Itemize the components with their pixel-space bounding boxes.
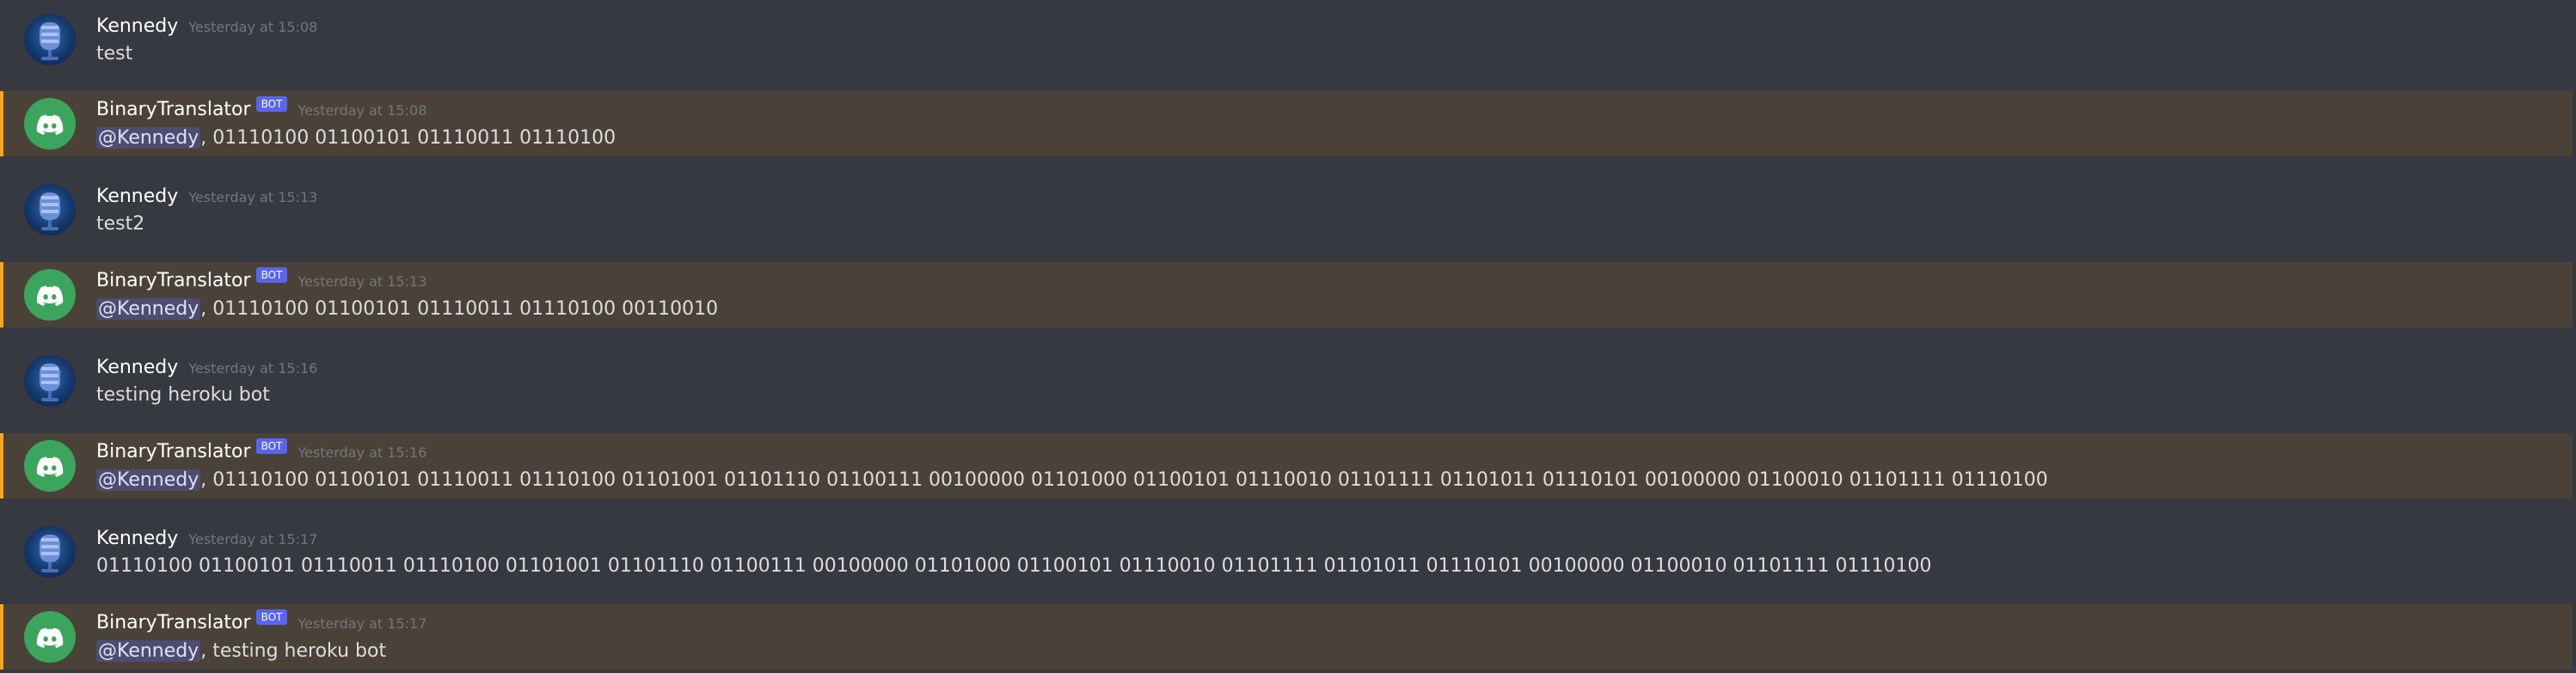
message-content: @Kennedy , 01110100 01100101 01110011 01… bbox=[96, 124, 616, 151]
user-avatar-icon bbox=[40, 364, 60, 401]
user-avatar-icon bbox=[40, 535, 60, 572]
discord-logo-icon bbox=[36, 285, 64, 306]
username[interactable]: BinaryTranslator bbox=[96, 99, 251, 120]
message-content: test2 bbox=[96, 210, 144, 237]
username[interactable]: BinaryTranslator bbox=[96, 612, 251, 633]
timestamp[interactable]: Yesterday at 15:17 bbox=[297, 615, 426, 632]
timestamp[interactable]: Yesterday at 15:13 bbox=[297, 273, 426, 290]
message-item: BinaryTranslator BOT Yesterday at 15:17 … bbox=[0, 604, 2573, 670]
user-avatar-icon bbox=[40, 193, 60, 230]
user-mention[interactable]: @Kennedy bbox=[96, 468, 201, 491]
username[interactable]: BinaryTranslator bbox=[96, 441, 251, 462]
message-item: BinaryTranslator BOT Yesterday at 15:13 … bbox=[0, 262, 2573, 327]
avatar[interactable] bbox=[24, 14, 76, 65]
discord-logo-icon bbox=[36, 114, 64, 135]
message-item: Kennedy Yesterday at 15:13 test2 bbox=[0, 170, 2576, 253]
message-text: test2 bbox=[96, 212, 145, 235]
message-header: BinaryTranslator BOT Yesterday at 15:17 bbox=[96, 609, 426, 635]
message-header: Kennedy Yesterday at 15:16 bbox=[96, 354, 317, 380]
avatar[interactable] bbox=[24, 184, 76, 236]
bot-tag: BOT bbox=[255, 96, 288, 112]
timestamp[interactable]: Yesterday at 15:16 bbox=[188, 360, 317, 376]
message-content: @Kennedy , 01110100 01100101 01110011 01… bbox=[96, 466, 2048, 493]
user-mention[interactable]: @Kennedy bbox=[96, 126, 201, 149]
avatar[interactable] bbox=[24, 440, 76, 492]
avatar[interactable] bbox=[24, 526, 76, 578]
timestamp[interactable]: Yesterday at 15:08 bbox=[297, 102, 426, 119]
message-content: test bbox=[96, 40, 132, 67]
timestamp[interactable]: Yesterday at 15:13 bbox=[188, 189, 317, 205]
message-header: Kennedy Yesterday at 15:08 bbox=[96, 13, 317, 39]
timestamp[interactable]: Yesterday at 15:16 bbox=[297, 444, 426, 461]
message-text: , 01110100 01100101 01110011 01110100 bbox=[200, 126, 616, 149]
message-content: @Kennedy , 01110100 01100101 01110011 01… bbox=[96, 295, 718, 322]
username[interactable]: Kennedy bbox=[96, 528, 178, 549]
avatar[interactable] bbox=[24, 355, 76, 407]
avatar[interactable] bbox=[24, 269, 76, 321]
username[interactable]: Kennedy bbox=[96, 186, 178, 207]
message-text: test bbox=[96, 42, 133, 64]
message-header: BinaryTranslator BOT Yesterday at 15:08 bbox=[96, 96, 426, 122]
bot-tag: BOT bbox=[255, 609, 288, 625]
message-text: testing heroku bot bbox=[96, 383, 270, 406]
message-text: , testing heroku bot bbox=[200, 639, 387, 662]
username[interactable]: Kennedy bbox=[96, 15, 178, 37]
discord-logo-icon bbox=[36, 627, 64, 648]
chat-message-list: Kennedy Yesterday at 15:08 test BinaryTr… bbox=[0, 0, 2576, 673]
avatar[interactable] bbox=[24, 611, 76, 663]
message-header: Kennedy Yesterday at 15:17 bbox=[96, 525, 317, 551]
message-text: 01110100 01100101 01110011 01110100 0110… bbox=[96, 554, 1932, 577]
message-header: BinaryTranslator BOT Yesterday at 15:13 bbox=[96, 267, 426, 293]
message-item: Kennedy Yesterday at 15:08 test bbox=[0, 0, 2576, 83]
bot-tag: BOT bbox=[255, 438, 288, 454]
timestamp[interactable]: Yesterday at 15:17 bbox=[188, 531, 317, 548]
message-content: 01110100 01100101 01110011 01110100 0110… bbox=[96, 552, 1931, 579]
user-mention[interactable]: @Kennedy bbox=[96, 639, 201, 662]
message-header: BinaryTranslator BOT Yesterday at 15:16 bbox=[96, 438, 426, 464]
message-item: Kennedy Yesterday at 15:16 testing herok… bbox=[0, 341, 2576, 424]
message-content: testing heroku bot bbox=[96, 381, 270, 408]
message-text: , 01110100 01100101 01110011 01110100 01… bbox=[200, 468, 2048, 491]
discord-logo-icon bbox=[36, 456, 64, 477]
user-mention[interactable]: @Kennedy bbox=[96, 297, 201, 320]
message-text: , 01110100 01100101 01110011 01110100 00… bbox=[200, 297, 719, 320]
timestamp[interactable]: Yesterday at 15:08 bbox=[188, 19, 317, 35]
message-content: @Kennedy , testing heroku bot bbox=[96, 637, 386, 664]
user-avatar-icon bbox=[40, 22, 60, 60]
message-header: Kennedy Yesterday at 15:13 bbox=[96, 183, 317, 209]
username[interactable]: Kennedy bbox=[96, 357, 178, 378]
username[interactable]: BinaryTranslator bbox=[96, 270, 251, 291]
message-item: BinaryTranslator BOT Yesterday at 15:08 … bbox=[0, 91, 2573, 156]
message-item: Kennedy Yesterday at 15:17 01110100 0110… bbox=[0, 512, 2576, 595]
message-item: BinaryTranslator BOT Yesterday at 15:16 … bbox=[0, 433, 2573, 499]
bot-tag: BOT bbox=[255, 267, 288, 283]
avatar[interactable] bbox=[24, 98, 76, 150]
